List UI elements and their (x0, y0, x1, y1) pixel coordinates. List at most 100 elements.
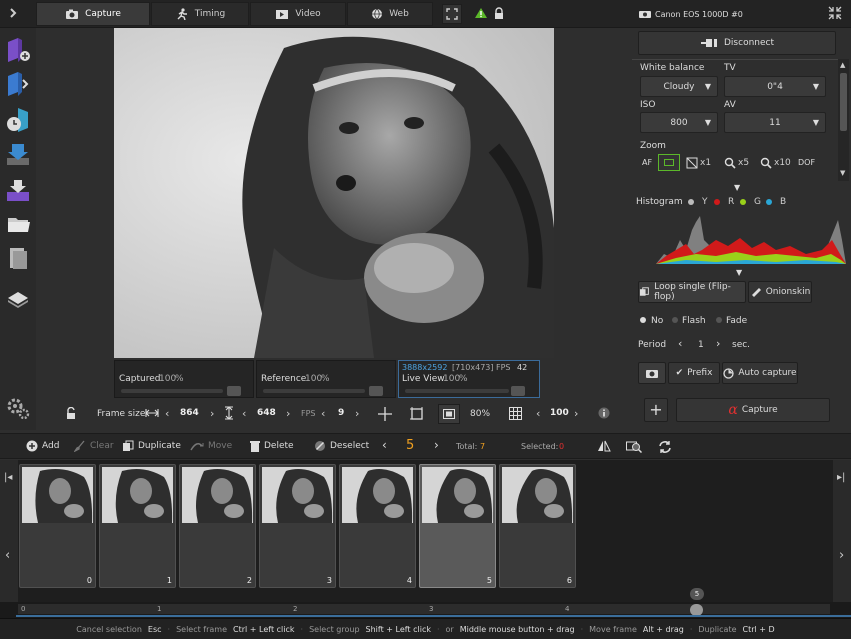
tab-loop[interactable]: Loop single (Flip-flop) (638, 281, 746, 303)
import-icon[interactable] (4, 140, 32, 168)
iso-select[interactable]: 800 ▼ (640, 112, 718, 133)
reference-knob[interactable] (369, 386, 383, 396)
tab-capture[interactable]: Capture (36, 2, 150, 26)
grid-decrease[interactable]: ‹ (536, 407, 540, 420)
af-button[interactable]: AF (642, 158, 652, 167)
settings-scrollbar[interactable]: ▲ ▼ (838, 59, 849, 181)
tab-timing[interactable]: Timing (151, 2, 249, 26)
next-frame-icon[interactable]: › (434, 438, 439, 452)
scroll-up-icon[interactable]: ▲ (840, 61, 845, 69)
add-button[interactable]: Add (26, 440, 59, 452)
folder-icon[interactable] (4, 210, 32, 238)
tab-onionskin[interactable]: Onionskin (748, 281, 812, 303)
collapse-arrow-icon[interactable]: ▼ (734, 183, 740, 192)
layers-icon[interactable] (4, 244, 32, 272)
grid-value[interactable]: 100 (550, 408, 569, 418)
last-frame-icon[interactable]: ▸| (837, 472, 845, 483)
first-frame-icon[interactable]: |◂ (4, 472, 12, 483)
clear-button[interactable]: Clear (74, 440, 114, 452)
frame-thumbnail[interactable]: 2 (179, 464, 256, 588)
frame-thumbnail[interactable]: 6 (499, 464, 576, 588)
add-capture-button[interactable]: + (644, 398, 668, 422)
width-increase[interactable]: › (210, 407, 214, 420)
channel-dot-g[interactable] (740, 199, 746, 205)
capture-settings-tab[interactable] (638, 362, 666, 384)
auto-capture-tab[interactable]: Auto capture (722, 362, 798, 384)
av-select[interactable]: 11 ▼ (724, 112, 826, 133)
width-decrease[interactable]: ‹ (165, 407, 169, 420)
history-icon[interactable] (4, 106, 32, 134)
live-view-knob[interactable] (511, 386, 525, 396)
frame-height[interactable]: 648 (257, 408, 276, 418)
fps-increase[interactable]: › (355, 407, 359, 420)
duplicate-button[interactable]: Duplicate (122, 440, 181, 452)
crosshair-icon[interactable] (378, 407, 392, 421)
delete-button[interactable]: Delete (250, 440, 294, 452)
frame-width[interactable]: 864 (180, 408, 199, 418)
stack-icon[interactable] (4, 282, 32, 310)
live-view-track[interactable] (405, 389, 509, 393)
mask-toggle-icon[interactable] (438, 404, 460, 424)
tv-select[interactable]: 0"4 ▼ (724, 76, 826, 97)
scroll-left-icon[interactable]: ‹ (5, 548, 10, 563)
settings-icon[interactable] (4, 394, 32, 422)
current-frame[interactable]: 5 (406, 438, 414, 453)
live-view-preview[interactable] (114, 28, 554, 358)
collapse-icon[interactable] (828, 6, 842, 20)
zoom-x5-button[interactable]: x5 (724, 154, 754, 171)
zoom-x1-button[interactable]: x1 (686, 154, 716, 171)
radio-no[interactable] (640, 317, 646, 323)
radio-flash[interactable] (672, 317, 678, 323)
prefix-tab[interactable]: ✔ Prefix (668, 362, 720, 384)
lock-icon[interactable] (494, 7, 504, 20)
zoom-frame-button[interactable] (658, 154, 680, 171)
height-decrease[interactable]: ‹ (242, 407, 246, 420)
capture-button[interactable]: α Capture (676, 398, 830, 422)
channel-dot-r[interactable] (714, 199, 720, 205)
period-value[interactable]: 1 (698, 340, 704, 350)
period-decrease[interactable]: ‹ (678, 337, 682, 350)
prev-frame-icon[interactable]: ‹ (382, 438, 387, 452)
timeline[interactable]: 0 1 2 3 4 5 (0, 588, 851, 618)
info-icon[interactable] (598, 407, 610, 419)
export-icon[interactable] (4, 176, 32, 204)
captured-track[interactable] (121, 389, 223, 393)
tab-web[interactable]: Web (347, 2, 433, 26)
frame-thumbnail[interactable]: 1 (99, 464, 176, 588)
expand-icon[interactable] (8, 7, 20, 19)
zoom-value[interactable]: 80% (470, 409, 490, 419)
warning-icon[interactable] (474, 7, 488, 19)
collapse-arrow-icon[interactable]: ▼ (736, 268, 742, 277)
height-increase[interactable]: › (286, 407, 290, 420)
fps-value[interactable]: 9 (338, 408, 344, 418)
frame-thumbnail[interactable]: 0 (19, 464, 96, 588)
frame-border-icon[interactable] (410, 407, 424, 421)
new-project-icon[interactable] (4, 36, 32, 64)
dof-button[interactable]: DOF (798, 158, 815, 167)
timeline-track[interactable] (18, 604, 830, 614)
channel-dot-y[interactable] (688, 199, 694, 205)
radio-fade[interactable] (716, 317, 722, 323)
refresh-icon[interactable] (658, 440, 672, 454)
captured-knob[interactable] (227, 386, 241, 396)
frame-thumbnail[interactable]: 3 (259, 464, 336, 588)
frame-thumbnail[interactable]: 5 (419, 464, 496, 588)
reference-track[interactable] (263, 389, 365, 393)
disconnect-button[interactable]: Disconnect (638, 31, 836, 55)
scroll-right-icon[interactable]: › (839, 548, 844, 563)
zoom-frame-icon[interactable] (626, 440, 642, 453)
white-balance-select[interactable]: Cloudy ▼ (640, 76, 718, 97)
flip-icon[interactable] (597, 440, 611, 452)
grid-increase[interactable]: › (574, 407, 578, 420)
zoom-x10-button[interactable]: x10 (760, 154, 794, 171)
channel-dot-b[interactable] (766, 199, 772, 205)
frame-thumbnail[interactable]: 4 (339, 464, 416, 588)
fullscreen-icon[interactable] (442, 4, 462, 24)
scroll-thumb[interactable] (840, 73, 847, 131)
open-project-icon[interactable] (4, 70, 32, 98)
unlock-icon[interactable] (66, 407, 76, 420)
tab-video[interactable]: Video (250, 2, 346, 26)
scroll-down-icon[interactable]: ▼ (840, 169, 845, 177)
period-increase[interactable]: › (716, 337, 720, 350)
move-button[interactable]: Move (190, 440, 232, 452)
